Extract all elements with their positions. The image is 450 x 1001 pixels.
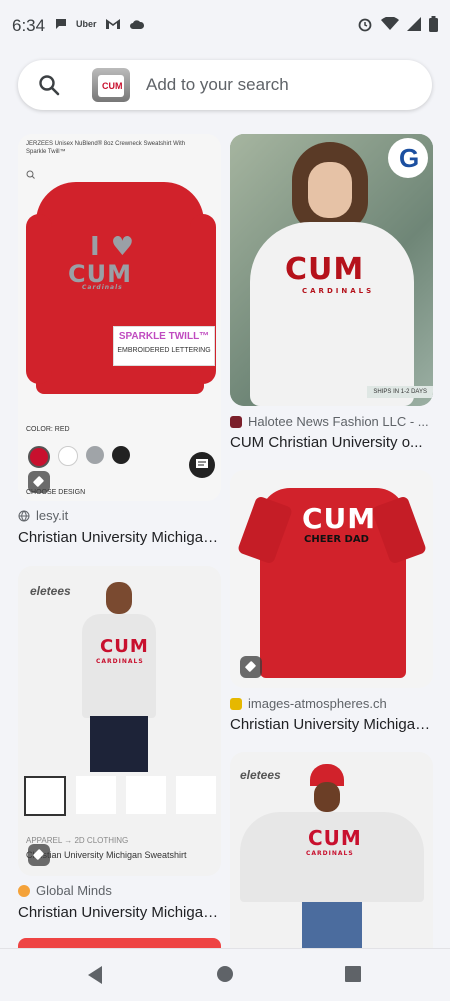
result-source-label: images-atmospheres.ch	[248, 696, 387, 711]
result-title[interactable]: Christian University Michigan...	[230, 716, 433, 733]
search-thumb-text: CUM	[102, 81, 123, 91]
result-card-partial[interactable]	[18, 938, 221, 948]
result-title[interactable]: Christian University Michigan...	[18, 904, 221, 921]
shirt-text-cardinals: CARDINALS	[306, 850, 354, 857]
result-image[interactable]: eletees CUM CARDINALS APPAREL → 2D CLOTH…	[18, 566, 221, 876]
result-image[interactable]: CUM CHEER DAD	[230, 470, 433, 688]
pants	[90, 716, 148, 772]
shirt-text-cardinals: CARDINALS	[96, 658, 144, 665]
swatch-white[interactable]	[58, 446, 78, 466]
head	[106, 582, 132, 614]
message-icon	[196, 459, 208, 468]
status-time: 6:34	[12, 16, 46, 35]
shirt-text-cardinals: CARDINALS	[302, 287, 375, 295]
result-card[interactable]: eletees CUM CARDINALS	[230, 752, 433, 948]
thumbnail-strip[interactable]	[24, 776, 216, 816]
sparkle-label: SPARKLE TWILL™	[118, 331, 210, 342]
swatch-gray[interactable]	[86, 446, 104, 464]
thumb[interactable]	[76, 776, 116, 814]
color-swatches[interactable]	[28, 446, 130, 468]
system-nav-bar	[0, 948, 450, 1001]
shirt-text-cheer-dad: CHEER DAD	[304, 534, 369, 545]
chat-fab[interactable]	[189, 452, 215, 478]
white-hoodie	[250, 222, 414, 406]
uber-icon: Uber	[76, 19, 97, 29]
system-icons	[357, 16, 438, 32]
shirt-text-cum: CUM	[308, 826, 362, 850]
result-title[interactable]: Christian University Michigan...	[18, 529, 221, 546]
product-title: Christian University Michigan Sweatshirt	[26, 850, 187, 860]
zoom-icon[interactable]	[26, 170, 35, 179]
tag-icon[interactable]	[240, 656, 262, 678]
shirt-text-cum: CUM	[285, 252, 365, 287]
swatch-black[interactable]	[112, 446, 130, 464]
result-card[interactable]: JERZEES Unisex NuBlend® 8oz Crewneck Swe…	[18, 134, 221, 501]
site-logo: G	[388, 138, 428, 178]
halotee-favicon	[230, 415, 242, 428]
shirt-text-i-heart: I ♥	[90, 232, 136, 262]
tag-icon[interactable]	[28, 844, 50, 866]
wifi-icon	[381, 17, 399, 30]
shirt-text-cardinals: Cardinals	[82, 284, 123, 291]
notification-icons: Uber	[54, 17, 145, 31]
left-sleeve	[26, 214, 52, 384]
atmospheres-favicon	[230, 697, 242, 710]
result-image[interactable]: CUM CARDINALS G SHIPS IN 1-2 DAYS	[230, 134, 433, 406]
shirt-text-cum: CUM	[302, 502, 377, 535]
search-image-thumbnail[interactable]: CUM	[92, 68, 130, 102]
result-source-label: Halotee News Fashion LLC - ...	[248, 414, 429, 429]
thumb[interactable]	[176, 776, 216, 814]
result-source-label: lesy.it	[36, 508, 69, 523]
gmail-icon	[105, 19, 120, 29]
ships-badge: SHIPS IN 1-2 DAYS	[367, 386, 433, 398]
thumb[interactable]	[24, 776, 66, 816]
search-bar[interactable]: CUM Add to your search	[18, 60, 432, 110]
result-card[interactable]: CUM CARDINALS G SHIPS IN 1-2 DAYS	[230, 134, 433, 406]
swatch-red[interactable]	[28, 446, 50, 468]
brand-label: eletees	[240, 768, 281, 782]
status-bar: 6:34 Uber	[0, 0, 450, 50]
cloud-icon	[129, 19, 144, 29]
search-input[interactable]: Add to your search	[146, 75, 289, 95]
result-source[interactable]: lesy.it	[18, 508, 68, 523]
logo-letter: G	[399, 143, 420, 173]
global-minds-favicon	[18, 884, 30, 897]
thumb[interactable]	[126, 776, 166, 814]
signal-icon	[407, 17, 421, 31]
result-image[interactable]: eletees CUM CARDINALS	[230, 752, 433, 948]
result-card[interactable]: eletees CUM CARDINALS APPAREL → 2D CLOTH…	[18, 566, 221, 876]
back-icon[interactable]	[86, 965, 104, 985]
product-caption: JERZEES Unisex NuBlend® 8oz Crewneck Swe…	[26, 141, 186, 155]
color-label: COLOR: RED	[26, 426, 70, 433]
result-source[interactable]: Halotee News Fashion LLC - ...	[230, 414, 429, 429]
battery-icon	[429, 16, 438, 32]
result-source-label: Global Minds	[36, 883, 112, 898]
brand-label: eletees	[30, 584, 71, 598]
embroidered-label: EMBROIDERED LETTERING	[117, 347, 211, 354]
result-source[interactable]: Global Minds	[18, 883, 112, 898]
result-title[interactable]: CUM Christian University o...	[230, 434, 433, 451]
gray-sweatshirt	[82, 614, 156, 718]
tag-icon[interactable]	[28, 471, 50, 493]
chat-bubble-icon	[56, 19, 66, 29]
recents-icon[interactable]	[344, 965, 362, 983]
sparkle-badge: SPARKLE TWILL™ EMBROIDERED LETTERING	[113, 326, 215, 366]
head	[314, 782, 340, 812]
home-icon[interactable]	[216, 965, 234, 983]
globe-icon	[18, 510, 30, 521]
shirt-text-cum: CUM	[100, 636, 149, 657]
result-card[interactable]: CUM CHEER DAD	[230, 470, 433, 688]
jeans	[302, 902, 362, 948]
face	[308, 162, 352, 218]
result-source[interactable]: images-atmospheres.ch	[230, 696, 387, 711]
result-image[interactable]: JERZEES Unisex NuBlend® 8oz Crewneck Swe…	[18, 134, 221, 501]
search-icon[interactable]	[38, 74, 60, 96]
alarm-icon	[358, 18, 372, 32]
